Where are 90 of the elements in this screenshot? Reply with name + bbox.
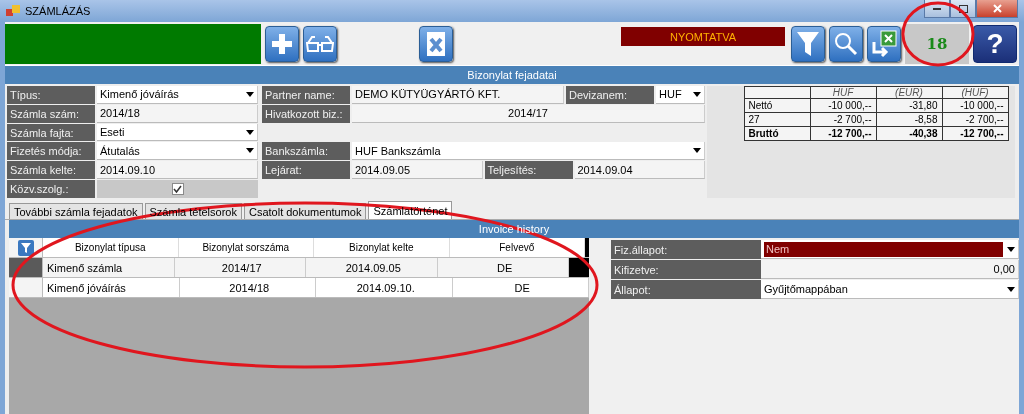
checkbox[interactable] (171, 183, 184, 196)
counter-display: 18 (905, 23, 969, 64)
row-label: Nettó (744, 98, 810, 113)
filter-icon[interactable] (17, 239, 34, 256)
field-label: Számla kelte: (7, 161, 95, 180)
close-button[interactable] (976, 0, 1018, 18)
field-label: Fiz.állapot: (611, 240, 761, 259)
glasses-icon (306, 35, 334, 52)
filter-icon (797, 31, 819, 56)
view-button[interactable] (303, 25, 337, 62)
document-delete-icon (426, 30, 446, 57)
table-cell: -8,58 (876, 112, 942, 127)
field-label: Közv.szolg.: (7, 180, 95, 198)
column-header: (EUR) (876, 86, 942, 99)
field-label: Teljesítés: (484, 161, 573, 180)
table-cell: 2014/17 (174, 258, 306, 277)
dropdown-arrow-icon[interactable] (1007, 246, 1015, 252)
maximize-icon (958, 4, 968, 13)
column-header[interactable]: Bizonylat sorszáma (178, 238, 314, 257)
print-status: NYOMTATVA (621, 27, 785, 46)
column-header[interactable]: Bizonylat típusa (43, 238, 179, 257)
tab[interactable]: További számla fejadatok (9, 203, 143, 219)
dropdown-field[interactable]: HUF (656, 86, 705, 104)
field-label: Hivatkozott biz.: (262, 104, 350, 123)
table-cell: 2014.09.05 (306, 258, 438, 277)
field-label: Devizanem: (566, 86, 654, 104)
field-label: Számla szám: (7, 104, 95, 123)
dropdown-arrow-icon[interactable] (693, 91, 701, 97)
dropdown-field[interactable]: Nem (761, 240, 1019, 259)
search-button[interactable] (829, 25, 863, 62)
delete-button[interactable] (419, 25, 453, 62)
filter-button[interactable] (791, 25, 825, 62)
table-cell: -10 000,-- (810, 98, 876, 113)
table-cell: -12 700,-- (942, 126, 1008, 141)
field-label: Partner name: (262, 86, 350, 104)
grid-edge (585, 238, 589, 257)
field-label: Bankszámla: (262, 142, 350, 161)
help-button[interactable]: ? (973, 24, 1017, 63)
dropdown-field[interactable]: Átutalás (97, 142, 258, 161)
minimize-icon (933, 7, 941, 10)
dropdown-arrow-icon[interactable] (246, 129, 254, 135)
spreadsheet-export-icon (871, 29, 897, 58)
row-label: Bruttó (744, 126, 810, 141)
table-cell: -12 700,-- (810, 126, 876, 141)
dropdown-arrow-icon[interactable] (246, 91, 254, 97)
field-label: Lejárat: (262, 161, 350, 180)
add-button[interactable] (265, 25, 299, 62)
section-header: Invoice history (9, 220, 1019, 238)
app-icon (6, 5, 20, 17)
table-cell: -2 700,-- (942, 112, 1008, 127)
table-cell: -10 000,-- (942, 98, 1008, 113)
table-cell: -31,80 (876, 98, 942, 113)
dropdown-field[interactable]: Eseti (97, 123, 258, 142)
dropdown-arrow-icon[interactable] (693, 148, 701, 154)
table-cell: DE (452, 278, 589, 297)
dropdown-field[interactable]: HUF Bankszámla (352, 142, 705, 161)
table-cell: -2 700,-- (810, 112, 876, 127)
table-cell: Kimenő számla (43, 258, 175, 277)
input-field[interactable]: 2014.09.10 (97, 161, 258, 180)
field-label: Állapot: (611, 280, 761, 299)
table-cell: 2014/18 (179, 278, 316, 297)
search-icon (834, 31, 858, 56)
field-label: Fizetés módja: (7, 142, 95, 161)
table-cell: -40,38 (876, 126, 942, 141)
input-field[interactable]: DEMO KÜTYÜGYÁRTÓ KFT. (352, 86, 564, 104)
dropdown-arrow-icon[interactable] (1007, 286, 1015, 292)
column-header[interactable]: Bizonylat kelte (314, 238, 450, 257)
row-header[interactable] (9, 278, 43, 297)
window-title: SZÁMLÁZÁS (25, 5, 91, 17)
input-field[interactable]: 2014/18 (97, 104, 258, 123)
row-marker (569, 258, 589, 277)
column-header: HUF (810, 86, 876, 99)
section-header: Bizonylat fejadatai (5, 66, 1019, 84)
row-label: 27 (744, 112, 810, 127)
table-cell: Kimenő jóváírás (43, 278, 180, 297)
input-field[interactable]: 0,00 (761, 260, 1019, 279)
dropdown-field[interactable]: Kimenő jóváírás (97, 86, 258, 104)
input-field[interactable]: 2014.09.04 (574, 161, 705, 180)
export-button[interactable] (867, 25, 901, 62)
input-field[interactable]: 2014/17 (352, 104, 705, 123)
column-header: (HUF) (942, 86, 1008, 99)
close-icon (992, 4, 1002, 13)
field-label: Számla fajta: (7, 123, 95, 142)
plus-icon (272, 33, 292, 54)
dropdown-arrow-icon[interactable] (246, 148, 254, 154)
input-field[interactable]: 2014.09.05 (352, 161, 483, 180)
table-cell: 2014.09.10. (316, 278, 453, 297)
field-label: Típus: (7, 86, 95, 104)
dropdown-field[interactable]: Gyűjtőmappában (761, 280, 1019, 299)
field-label: Kifizetve: (611, 260, 761, 279)
